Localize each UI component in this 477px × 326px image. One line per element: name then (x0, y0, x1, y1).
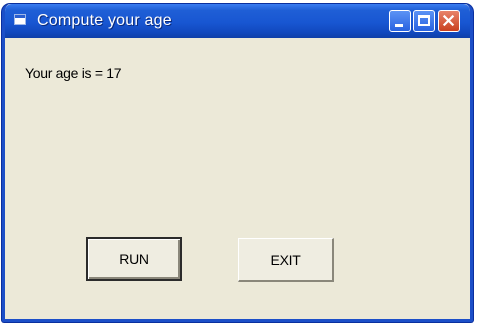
close-icon (442, 14, 455, 27)
minimize-button[interactable] (389, 10, 411, 32)
run-button[interactable]: RUN (86, 237, 182, 281)
age-result-label: Your age is = 17 (25, 65, 122, 81)
close-button[interactable] (438, 10, 460, 32)
exit-button[interactable]: EXIT (238, 238, 334, 282)
app-icon[interactable] (14, 14, 26, 25)
window-title: Compute your age (37, 12, 172, 29)
maximize-button[interactable] (413, 10, 435, 32)
maximize-icon (418, 15, 430, 26)
minimize-icon (395, 24, 403, 27)
title-bar[interactable]: Compute your age (5, 4, 470, 38)
app-window: Compute your age Your age is = 17 RUN EX… (2, 4, 473, 322)
